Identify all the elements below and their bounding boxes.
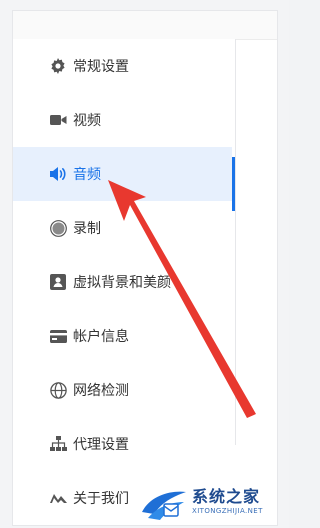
sidebar-item-virtual-background[interactable]: 虚拟背景和美颜 [13, 255, 232, 309]
settings-sidebar: 常规设置 视频 音频 录制 虚拟背景和美颜 帐户信息 网络检测 代理设置 关于我… [13, 39, 235, 507]
sidebar-item-proxy[interactable]: 代理设置 [13, 417, 232, 471]
sidebar-item-label: 代理设置 [73, 437, 129, 453]
sidebar-item-label: 视频 [73, 113, 101, 129]
sidebar-item-label: 录制 [73, 221, 101, 237]
sidebar-item-network[interactable]: 网络检测 [13, 363, 232, 417]
watermark-title: 系统之家 [192, 487, 261, 506]
watermark: 系统之家 XITONGZHIJIA.NET [140, 478, 286, 526]
sidebar-item-audio[interactable]: 音频 [13, 147, 232, 201]
sidebar-item-label: 网络检测 [73, 383, 129, 399]
video-camera-icon [49, 111, 67, 129]
portrait-icon [49, 273, 67, 291]
sidebar-item-label: 音频 [73, 167, 101, 183]
globe-icon [49, 381, 67, 399]
sidebar-item-label: 常规设置 [73, 59, 129, 75]
sidebar-item-label: 关于我们 [73, 491, 129, 507]
card-icon [49, 327, 67, 345]
logo-icon [49, 489, 67, 507]
watermark-logo-icon [142, 491, 186, 520]
sidebar-item-record[interactable]: 录制 [13, 201, 232, 255]
sidebar-item-label: 帐户信息 [73, 329, 129, 345]
sidebar-item-label: 虚拟背景和美颜 [73, 275, 171, 291]
network-tree-icon [49, 435, 67, 453]
speaker-icon [49, 165, 67, 183]
record-icon [49, 219, 67, 237]
screenshot-frame: 常规设置 视频 音频 录制 虚拟背景和美颜 帐户信息 网络检测 代理设置 关于我… [0, 0, 289, 528]
sidebar-item-video[interactable]: 视频 [13, 93, 232, 147]
gear-icon [49, 57, 67, 75]
settings-window: 常规设置 视频 音频 录制 虚拟背景和美颜 帐户信息 网络检测 代理设置 关于我… [12, 10, 278, 526]
window-top-bar [13, 11, 277, 40]
sidebar-divider [235, 39, 236, 445]
active-indicator [232, 157, 235, 211]
watermark-text: 系统之家 XITONGZHIJIA.NET [192, 488, 263, 516]
sidebar-item-general[interactable]: 常规设置 [13, 39, 232, 93]
sidebar-item-account[interactable]: 帐户信息 [13, 309, 232, 363]
watermark-url: XITONGZHIJIA.NET [192, 507, 263, 515]
